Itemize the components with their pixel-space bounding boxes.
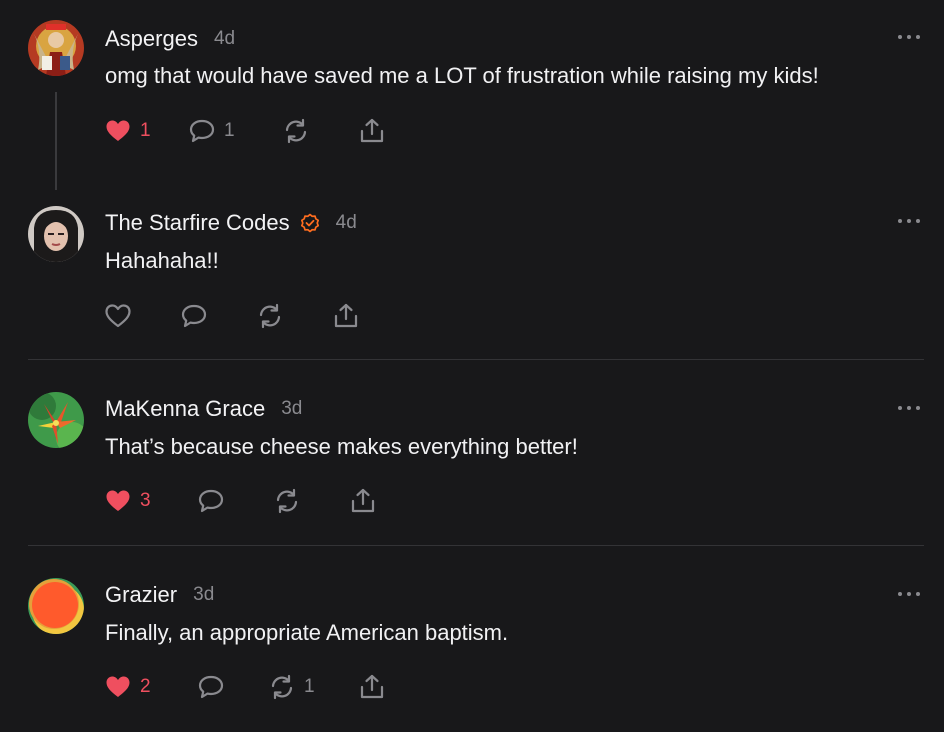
avatar[interactable] xyxy=(28,578,84,634)
comment-bubble-icon xyxy=(189,119,215,143)
reply-button[interactable] xyxy=(180,301,208,331)
reply-count: 1 xyxy=(224,120,235,141)
restack-button[interactable] xyxy=(256,301,284,331)
avatar[interactable] xyxy=(28,392,84,448)
reply-button[interactable] xyxy=(197,672,225,702)
avatar[interactable] xyxy=(28,206,84,262)
restack-button[interactable]: 1 xyxy=(268,672,315,702)
comment: The Starfire Codes 4d Hahahaha!! xyxy=(0,190,944,360)
comment-header: The Starfire Codes 4d xyxy=(105,208,357,238)
share-icon xyxy=(334,303,358,328)
more-options-icon[interactable] xyxy=(898,403,920,413)
like-button[interactable] xyxy=(104,301,132,331)
comment-text: Hahahaha!! xyxy=(105,248,219,273)
heart-filled-icon xyxy=(106,490,130,511)
restack-count: 1 xyxy=(304,676,315,697)
author-name[interactable]: Grazier xyxy=(105,582,177,608)
like-count: 2 xyxy=(140,676,151,697)
share-button[interactable] xyxy=(358,116,386,146)
share-icon xyxy=(351,488,375,513)
avatar[interactable] xyxy=(28,20,84,76)
comment-header: MaKenna Grace 3d xyxy=(105,394,302,424)
share-button[interactable] xyxy=(332,301,360,331)
timestamp[interactable]: 4d xyxy=(336,212,357,234)
more-options-icon[interactable] xyxy=(898,216,920,226)
timestamp[interactable]: 4d xyxy=(214,28,235,50)
author-name[interactable]: Asperges xyxy=(105,26,198,52)
more-options-icon[interactable] xyxy=(898,589,920,599)
restack-icon xyxy=(276,488,298,514)
like-count: 1 xyxy=(140,120,151,141)
restack-icon xyxy=(285,118,307,144)
restack-button[interactable] xyxy=(273,486,301,516)
share-button[interactable] xyxy=(358,672,386,702)
share-icon xyxy=(360,674,384,699)
share-icon xyxy=(360,118,384,143)
comment-text: omg that would have saved me a LOT of fr… xyxy=(105,63,819,88)
author-name[interactable]: MaKenna Grace xyxy=(105,396,265,422)
timestamp[interactable]: 3d xyxy=(193,584,214,606)
reply-button[interactable] xyxy=(197,486,225,516)
timestamp[interactable]: 3d xyxy=(281,398,302,420)
restack-icon xyxy=(271,674,293,700)
comment: Asperges 4d omg that would have saved me… xyxy=(0,0,944,190)
restack-icon xyxy=(259,303,281,329)
comment-bubble-icon xyxy=(181,304,207,328)
comment-header: Asperges 4d xyxy=(105,24,235,54)
author-name[interactable]: The Starfire Codes xyxy=(105,210,290,236)
share-button[interactable] xyxy=(349,486,377,516)
comment: MaKenna Grace 3d That’s because cheese m… xyxy=(0,360,944,546)
more-options-icon[interactable] xyxy=(898,32,920,42)
like-button[interactable]: 2 xyxy=(104,672,151,702)
like-button[interactable]: 1 xyxy=(104,116,151,146)
heart-outline-icon xyxy=(105,304,131,328)
comment-text: Finally, an appropriate American baptism… xyxy=(105,620,509,645)
heart-filled-icon xyxy=(106,120,130,141)
comment-bubble-icon xyxy=(198,489,224,513)
like-button[interactable]: 3 xyxy=(104,486,151,516)
restack-button[interactable] xyxy=(282,116,310,146)
thread-line xyxy=(55,92,57,190)
verified-badge-icon xyxy=(300,213,320,233)
like-count: 3 xyxy=(140,490,151,511)
comment: Grazier 3d Finally, an appropriate Ameri… xyxy=(0,546,944,732)
reply-button[interactable]: 1 xyxy=(188,116,235,146)
comment-header: Grazier 3d xyxy=(105,580,214,610)
comment-text: That’s because cheese makes everything b… xyxy=(105,434,578,459)
comment-bubble-icon xyxy=(198,675,224,699)
heart-filled-icon xyxy=(106,676,130,697)
